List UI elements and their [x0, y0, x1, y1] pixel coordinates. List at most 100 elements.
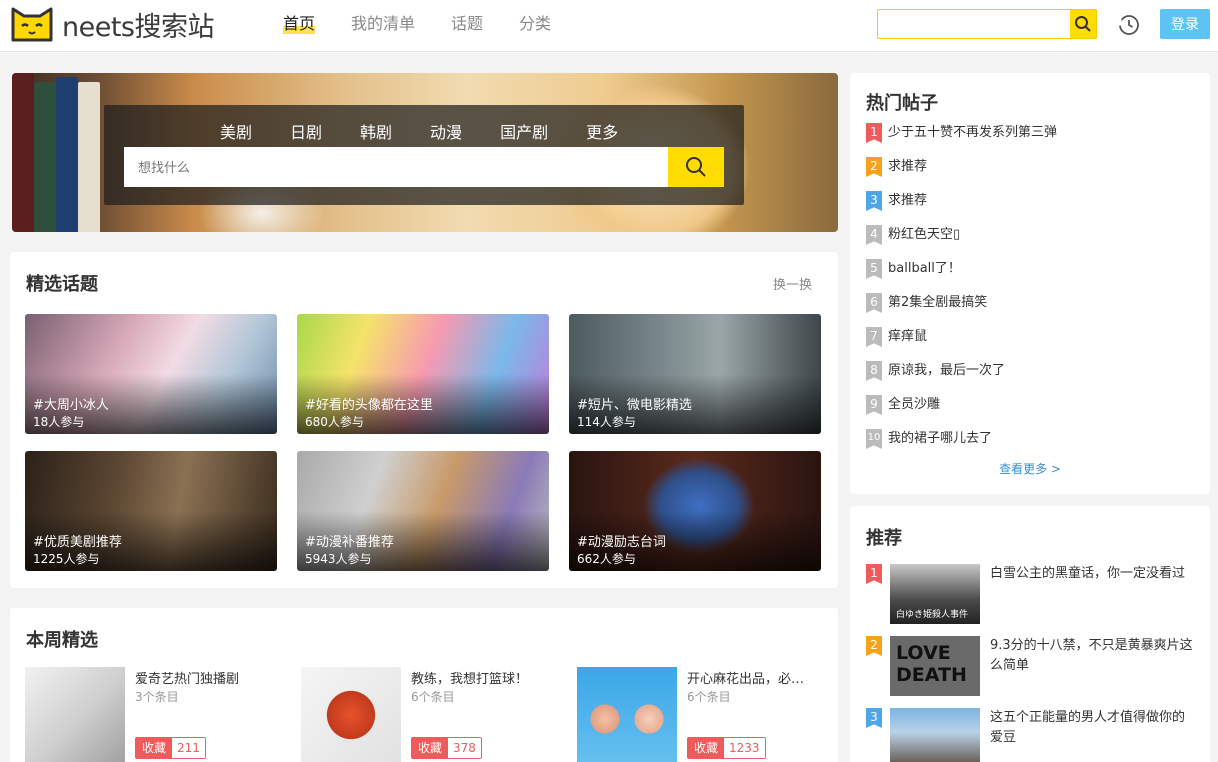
recommend-item-title: 9.3分的十八禁，不只是黄暴爽片这么简单 — [990, 638, 1193, 673]
hot-post-text: 求推荐 — [888, 193, 928, 208]
banner-search — [124, 147, 724, 187]
history-icon[interactable] — [1117, 13, 1141, 37]
top-header: neets搜索站 首页 我的清单 话题 分类 登录 — [0, 0, 1218, 52]
hot-post-item[interactable]: 1 少于五十赞不再发系列第三弹 — [866, 123, 1057, 157]
hot-post-item[interactable]: 10 我的裙子哪儿去了 — [866, 429, 1057, 463]
weekly-item[interactable]: 开心麻花出品，必… 6个条目 收藏 1233 — [577, 667, 847, 762]
topic-count: 114人参与 — [577, 415, 636, 429]
nav-home[interactable]: 首页 — [283, 14, 316, 34]
hot-post-text: 少于五十赞不再发系列第三弹 — [888, 125, 1058, 140]
hot-post-text: 第2集全剧最搞笑 — [888, 295, 988, 310]
hot-post-text: 我的裙子哪儿去了 — [888, 431, 993, 446]
rank-badge: 3 — [866, 191, 882, 211]
weekly-item[interactable]: 爱奇艺热门独播剧 3个条目 收藏 211 — [25, 667, 295, 762]
weekly-item[interactable]: 教练，我想打篮球！ 6个条目 收藏 378 — [301, 667, 571, 762]
hot-post-text: ballball了！ — [888, 261, 961, 276]
topic-tile[interactable]: #动漫励志台词 662人参与 — [569, 451, 821, 571]
banner-search-input[interactable] — [124, 147, 668, 187]
topic-tile[interactable]: #优质美剧推荐 1225人参与 — [25, 451, 277, 571]
recommend-title: 推荐 — [866, 528, 902, 549]
hot-post-item[interactable]: 2 求推荐 — [866, 157, 1057, 191]
header-search-input[interactable] — [878, 10, 1070, 38]
banner-book — [34, 82, 56, 232]
topic-tile[interactable]: #好看的头像都在这里 680人参与 — [297, 314, 549, 434]
nav-my-list[interactable]: 我的清单 — [351, 14, 415, 34]
category-links: 美剧 日剧 韩剧 动漫 国产剧 更多 — [220, 119, 656, 143]
recommend-thumb — [890, 708, 980, 762]
login-button[interactable]: 登录 — [1160, 9, 1210, 39]
recommend-item[interactable]: 1 白ゆき姫殺人事件 白雪公主的黑童话，你一定没看过 — [866, 564, 1196, 624]
rank-badge: 1 — [866, 564, 882, 584]
view-more-link[interactable]: 查看更多 > — [850, 460, 1210, 477]
hot-post-item[interactable]: 5 ballball了！ — [866, 259, 1057, 293]
hot-post-text: 全员沙雕 — [888, 397, 941, 412]
hot-posts-title: 热门帖子 — [866, 93, 938, 114]
refresh-button[interactable]: 换一换 — [773, 274, 812, 293]
category-kr-drama[interactable]: 韩剧 — [360, 119, 392, 143]
recommend-item[interactable]: 3 这五个正能量的男人才值得做你的爱豆 — [866, 708, 1196, 762]
nav-categories[interactable]: 分类 — [519, 14, 551, 34]
hot-post-item[interactable]: 4 粉红色天空▯ — [866, 225, 1057, 259]
rank-badge: 8 — [866, 361, 882, 381]
rank-badge: 3 — [866, 708, 882, 728]
rank-badge: 9 — [866, 395, 882, 415]
topic-tile[interactable]: #大周小冰人 18人参与 — [25, 314, 277, 434]
topic-tile[interactable]: #动漫补番推荐 5943人参与 — [297, 451, 549, 571]
favorite-count: 211 — [172, 738, 205, 758]
favorite-control[interactable]: 收藏 211 — [135, 737, 206, 759]
recommend-thumb-text: 白ゆき姫殺人事件 — [896, 610, 969, 620]
hot-post-text: 粉红色天空▯ — [888, 227, 961, 242]
favorite-count: 378 — [448, 738, 481, 758]
rank-badge: 6 — [866, 293, 882, 313]
rank-badge: 2 — [866, 636, 882, 656]
topic-name: #动漫补番推荐 — [305, 535, 394, 550]
nav-topics[interactable]: 话题 — [451, 14, 483, 34]
category-cn-drama[interactable]: 国产剧 — [500, 119, 548, 143]
favorite-control[interactable]: 收藏 1233 — [687, 737, 766, 759]
category-more[interactable]: 更多 — [586, 119, 618, 143]
hot-posts-list: 1 少于五十赞不再发系列第三弹 2 求推荐 3 求推荐 4 粉红色天空▯ 5 ballba… — [866, 123, 1057, 463]
topic-name: #动漫励志台词 — [577, 535, 666, 550]
hot-posts-card: 热门帖子 1 少于五十赞不再发系列第三弹 2 求推荐 3 求推荐 4 粉红色天空▯ 5b… — [850, 73, 1210, 494]
hot-post-text: 求推荐 — [888, 159, 928, 174]
recommend-item[interactable]: 2 LOVE DEATH 9.3分的十八禁，不只是黄暴爽片这么简单 — [866, 636, 1196, 696]
hot-post-item[interactable]: 7 痒痒鼠 — [866, 327, 1057, 361]
topic-count: 5943人参与 — [305, 552, 372, 566]
rank-badge: 4 — [866, 225, 882, 245]
category-anime[interactable]: 动漫 — [430, 119, 462, 143]
favorite-count: 1233 — [724, 738, 765, 758]
favorite-button[interactable]: 收藏 — [136, 738, 173, 758]
weekly-thumb — [25, 667, 125, 762]
header-search-button[interactable] — [1070, 10, 1096, 38]
weekly-picks-title: 本周精选 — [26, 630, 98, 651]
topic-count: 1225人参与 — [33, 552, 100, 566]
favorite-button[interactable]: 收藏 — [412, 738, 449, 758]
hot-post-item[interactable]: 9 全员沙雕 — [866, 395, 1057, 429]
hot-post-item[interactable]: 8 原谅我，最后一次了 — [866, 361, 1057, 395]
hero-banner: 美剧 日剧 韩剧 动漫 国产剧 更多 — [12, 73, 838, 232]
hot-post-item[interactable]: 6 第2集全剧最搞笑 — [866, 293, 1057, 327]
weekly-item-count: 6个条目 — [687, 690, 731, 704]
topic-count: 662人参与 — [577, 552, 636, 566]
cat-logo-icon — [11, 7, 53, 41]
rank-badge: 10 — [866, 429, 882, 449]
hot-post-text: 痒痒鼠 — [888, 329, 928, 344]
topic-name: #好看的头像都在这里 — [305, 398, 433, 413]
favorite-button[interactable]: 收藏 — [688, 738, 725, 758]
favorite-control[interactable]: 收藏 378 — [411, 737, 482, 759]
topic-name: #优质美剧推荐 — [33, 535, 122, 550]
recommend-thumb: LOVE DEATH — [890, 636, 980, 696]
category-us-drama[interactable]: 美剧 — [220, 119, 252, 143]
category-jp-drama[interactable]: 日剧 — [290, 119, 322, 143]
banner-search-button[interactable] — [668, 147, 724, 187]
main-nav: 首页 我的清单 话题 分类 — [283, 14, 587, 34]
hot-post-item[interactable]: 3 求推荐 — [866, 191, 1057, 225]
featured-topics-title: 精选话题 — [26, 274, 98, 295]
logo-text: neets搜索站 — [62, 12, 215, 43]
weekly-item-title: 教练，我想打篮球！ — [411, 672, 529, 687]
weekly-item-title: 开心麻花出品，必… — [687, 672, 805, 687]
logo[interactable]: neets搜索站 — [10, 5, 215, 44]
recommend-item-title: 白雪公主的黑童话，你一定没看过 — [990, 566, 1186, 581]
topic-tile[interactable]: #短片、微电影精选 114人参与 — [569, 314, 821, 434]
rank-badge: 7 — [866, 327, 882, 347]
